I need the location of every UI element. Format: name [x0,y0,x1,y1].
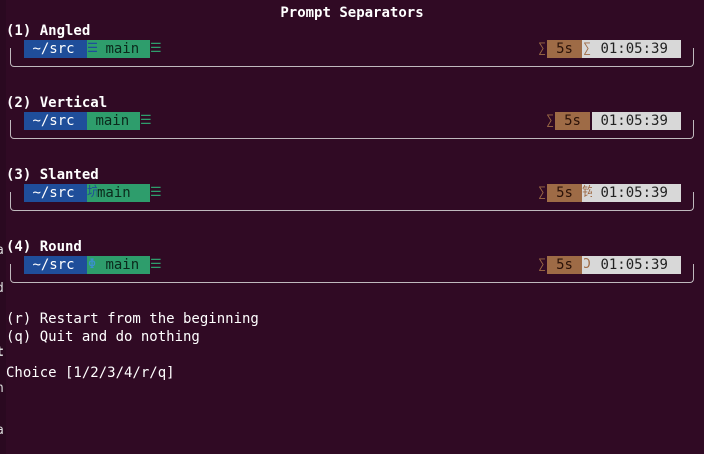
directory-label: ~/src [32,113,75,129]
clock-segment: 01:05:39 [592,112,681,130]
duration-clock-separator-icon: ∑ [582,40,592,58]
dir-git-separator-icon: Φ [87,256,97,274]
git-branch-segment: main [97,40,150,58]
duration-segment: 5s [555,112,590,130]
git-branch-segment: main [97,184,150,202]
duration-label: 5s [556,185,573,201]
duration-start-separator-icon: ∑ [538,41,546,56]
git-end-separator-icon: ☰ [150,185,162,200]
duration-start-separator-icon: ∑ [546,113,554,128]
clock-label: 01:05:39 [600,41,668,57]
git-branch-segment: main [87,112,140,130]
directory-segment: ~/src [24,40,87,58]
prompt-heading-slanted: (3) Slanted [6,167,99,183]
clock-label: 01:05:39 [600,113,668,129]
edge-glyph: a [0,244,4,257]
option-quit: (q) Quit and do nothing [6,329,200,345]
clock-segment: 01:05:39 [592,184,681,202]
clock-label: 01:05:39 [600,257,668,273]
duration-segment: 5s [547,184,582,202]
directory-segment: ~/src [24,112,87,130]
clock-segment: 01:05:39 [592,40,681,58]
git-end-separator-icon: ☰ [140,113,152,128]
duration-label: 5s [556,41,573,57]
git-branch-label: main [97,185,131,201]
choice-prompt[interactable]: Choice [1/2/3/4/r/q] [6,364,175,382]
edge-glyph: a [0,424,4,437]
duration-segment: 5s [547,40,582,58]
directory-label: ~/src [32,257,75,273]
terminal-title: Prompt Separators [280,5,424,21]
duration-clock-separator-icon: 钩 [582,184,596,202]
git-branch-label: main [95,113,130,129]
duration-start-separator-icon: ∑ [538,185,546,200]
git-branch-label: main [105,257,140,273]
git-end-separator-icon: ☰ [150,257,162,272]
edge-glyph: h [0,382,4,395]
option-restart: (r) Restart from the beginning [6,311,259,327]
prompt-heading-round: (4) Round [6,239,82,255]
directory-label: ~/src [32,41,75,57]
clock-segment: 01:05:39 [592,256,681,274]
dir-git-separator-icon: 坑 [87,184,101,202]
duration-start-separator-icon: ∑ [538,257,546,272]
git-branch-label: main [105,41,140,57]
directory-segment: ~/src [24,184,87,202]
git-end-separator-icon: ☰ [150,41,162,56]
duration-segment: 5s [547,256,582,274]
edge-glyph: t [0,346,4,359]
prompt-heading-vertical: (2) Vertical [6,95,108,111]
directory-segment: ~/src [24,256,87,274]
duration-label: 5s [556,257,573,273]
dir-git-separator-icon: ☰ [87,40,99,58]
git-branch-segment: main [97,256,150,274]
directory-label: ~/src [32,185,75,201]
clock-label: 01:05:39 [600,185,668,201]
prompt-heading-angled: (1) Angled [6,23,91,39]
edge-glyph: d [0,282,4,295]
duration-label: 5s [564,113,581,129]
duration-clock-separator-icon: Ɔ [582,256,592,274]
